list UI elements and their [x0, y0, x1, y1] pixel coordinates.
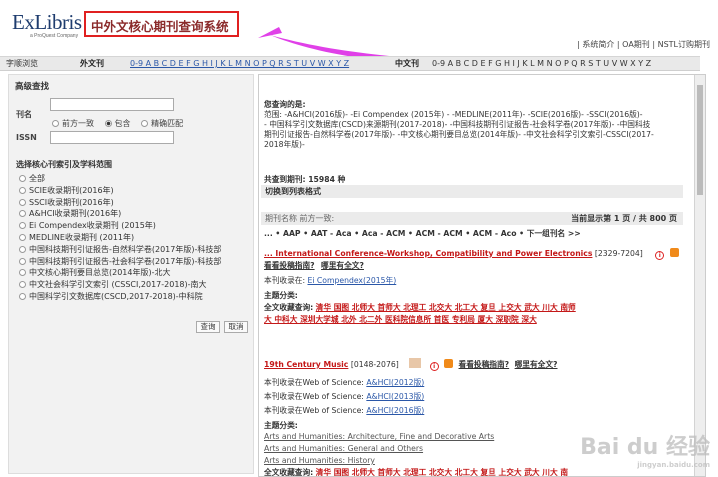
library-links[interactable]: 清华 国图 北师大 首师大 北理工 北交大 北工大 复旦 上交大 武大 川大 南…	[316, 303, 576, 312]
scope-option[interactable]: 中文核心期刊要目总览(2014年版)-北大	[19, 267, 249, 279]
submission-guide-link[interactable]: 看看投稿指南?	[459, 360, 510, 369]
issn: [0148-2076]	[350, 360, 399, 369]
scope-option[interactable]: Ei Compendex收录期刊 (2015年)	[19, 220, 249, 232]
total-count: 共查到期刊: 15984 种	[264, 175, 346, 184]
scope-option[interactable]: 中文社会科学引文索引 (CSSCI,2017-2018)-南大	[19, 279, 249, 291]
sort-label: 期刊名称 前方一致:	[265, 214, 335, 223]
scope-option[interactable]: 中国科技期刊引证报告-自然科学卷(2017年版)-科技部	[19, 244, 249, 256]
journal-title-link[interactable]: 19th Century Music	[264, 360, 348, 369]
switch-format-link[interactable]: 切换到列表格式	[261, 185, 683, 198]
issn: [2329-7204]	[594, 249, 643, 258]
letter-range-nav[interactable]: ... • AAP • AAT - Aca • Aca - ACM • ACM …	[264, 228, 581, 239]
scope-option[interactable]: 中国科学引文数据库(CSCD,2017-2018)-中科院	[19, 291, 249, 303]
submission-guide-link[interactable]: 看看投稿指南?	[264, 261, 315, 270]
subject-link[interactable]: Arts and Humanities: Architecture, Fine …	[264, 432, 494, 441]
subject-link[interactable]: Arts and Humanities: General and Others	[264, 444, 423, 453]
wos-label: 本刊收录在Web of Science:	[264, 392, 364, 401]
info-icon[interactable]: i	[429, 362, 439, 371]
chinese-letter-links[interactable]: 0-9 A B C D E F G H I J K L M N O P Q R …	[432, 57, 651, 71]
wos-link[interactable]: A&HCI(2013版)	[366, 392, 424, 401]
issn-input[interactable]	[50, 131, 174, 144]
wos-link[interactable]: A&HCI(2016版)	[366, 406, 424, 415]
foreign-journals-label[interactable]: 外文刊	[80, 59, 104, 68]
subject-label: 主题分类:	[264, 291, 298, 300]
wos-label: 本刊收录在Web of Science:	[264, 406, 364, 415]
scope-option[interactable]: MEDLINE收录期刊 (2011年)	[19, 232, 249, 244]
page-info: 当前显示第 1 页 / 共 800 页	[571, 214, 677, 223]
results-panel: 您查询的是: 范围: -A&HCI(2016版)- -Ei Compendex …	[258, 74, 706, 477]
issn-label: ISSN	[16, 133, 37, 142]
book-icon[interactable]	[409, 358, 422, 368]
prefix-label: 前方一致	[62, 119, 94, 128]
scope-summary-line: 期刊引证报告-自然科学卷(2017年版)- -中文核心期刊要目总览(2014年版…	[264, 130, 654, 139]
results-scrollbar[interactable]	[694, 75, 705, 476]
chinese-journals-label[interactable]: 中文刊	[395, 59, 419, 68]
fulltext-link[interactable]: 哪里有全文?	[515, 360, 558, 369]
scope-option[interactable]: SSCI收录期刊(2016年)	[19, 197, 249, 209]
fulltext-link[interactable]: 哪里有全文?	[321, 261, 364, 270]
wos-link[interactable]: A&HCI(2012版)	[366, 378, 424, 387]
result-entry: 19th Century Music [0148-2076] i 看看投稿指南?…	[264, 358, 558, 371]
baidu-watermark: Bai du 经验 jingyan.baidu.com	[580, 435, 710, 469]
rss-icon[interactable]	[669, 248, 679, 257]
result-entry: ... International Conference-Workshop, C…	[264, 248, 679, 260]
advanced-search-panel: 高级查找 刊名 前方一致 包含 精确匹配 ISSN 选择核心刊索引及学科范围 全…	[8, 74, 254, 474]
library-links[interactable]: 清华 国图 北师大 首师大 北理工 北交大 北工大 复旦 上交大 武大 川大 南	[316, 468, 568, 476]
wos-label: 本刊收录在Web of Science:	[264, 378, 364, 387]
cancel-button[interactable]: 取消	[224, 321, 248, 333]
holdings-label: 全文收藏查询:	[264, 468, 314, 477]
search-title: 高级查找	[15, 82, 50, 92]
index-label: 本刊收录在:	[264, 276, 306, 285]
contain-radio[interactable]	[104, 120, 112, 127]
scope-option[interactable]: 中国科技期刊引证报告-社会科学卷(2017年版)-科技部	[19, 256, 249, 268]
arrow-head	[258, 27, 282, 38]
info-icon[interactable]: i	[655, 251, 665, 260]
search-button[interactable]: 查询	[196, 321, 220, 333]
exact-label: 精确匹配	[151, 119, 184, 128]
exact-radio[interactable]	[141, 120, 149, 127]
page: ExLibris a ProQuest Company 中外文核心期刊查询系统 |…	[0, 0, 718, 477]
index-link[interactable]: Ei Compendex(2015年)	[307, 276, 396, 285]
prefix-radio[interactable]	[52, 120, 59, 127]
subject-link[interactable]: Arts and Humanities: History	[264, 456, 375, 465]
scope-list: 全部 SCIE收录期刊(2016年) SSCI收录期刊(2016年) A&HCI…	[19, 173, 249, 303]
browse-label: 字顺浏览	[6, 59, 38, 68]
sort-bar: 期刊名称 前方一致: 当前显示第 1 页 / 共 800 页	[261, 212, 683, 225]
journal-title-link[interactable]: ... International Conference-Workshop, C…	[264, 249, 592, 258]
foreign-letter-links[interactable]: 0-9 A B C D E F G H I J K L M N O P Q R …	[130, 57, 349, 71]
journal-label: 刊名	[16, 110, 32, 119]
library-links[interactable]: 大 中科大 深圳大学城 北外 北二外 医科院信息所 首医 专利局 厦大 深职院 …	[264, 315, 537, 324]
alphabet-bar: 字顺浏览 外文刊 0-9 A B C D E F G H I J K L M N…	[0, 56, 700, 71]
scope-summary-line: 2018年版)-	[264, 140, 305, 149]
scope-option[interactable]: SCIE收录期刊(2016年)	[19, 185, 249, 197]
scrollbar-thumb[interactable]	[697, 85, 703, 195]
rss-icon[interactable]	[444, 359, 454, 368]
scope-title: 选择核心刊索引及学科范围	[16, 160, 112, 169]
holdings-label: 全文收藏查询:	[264, 303, 314, 312]
contain-label: 包含	[114, 119, 131, 128]
subject-label: 主题分类:	[264, 421, 298, 430]
scope-option[interactable]: A&HCI收录期刊(2016年)	[19, 208, 249, 220]
scope-option[interactable]: 全部	[19, 173, 249, 185]
journal-name-input[interactable]	[50, 98, 174, 111]
